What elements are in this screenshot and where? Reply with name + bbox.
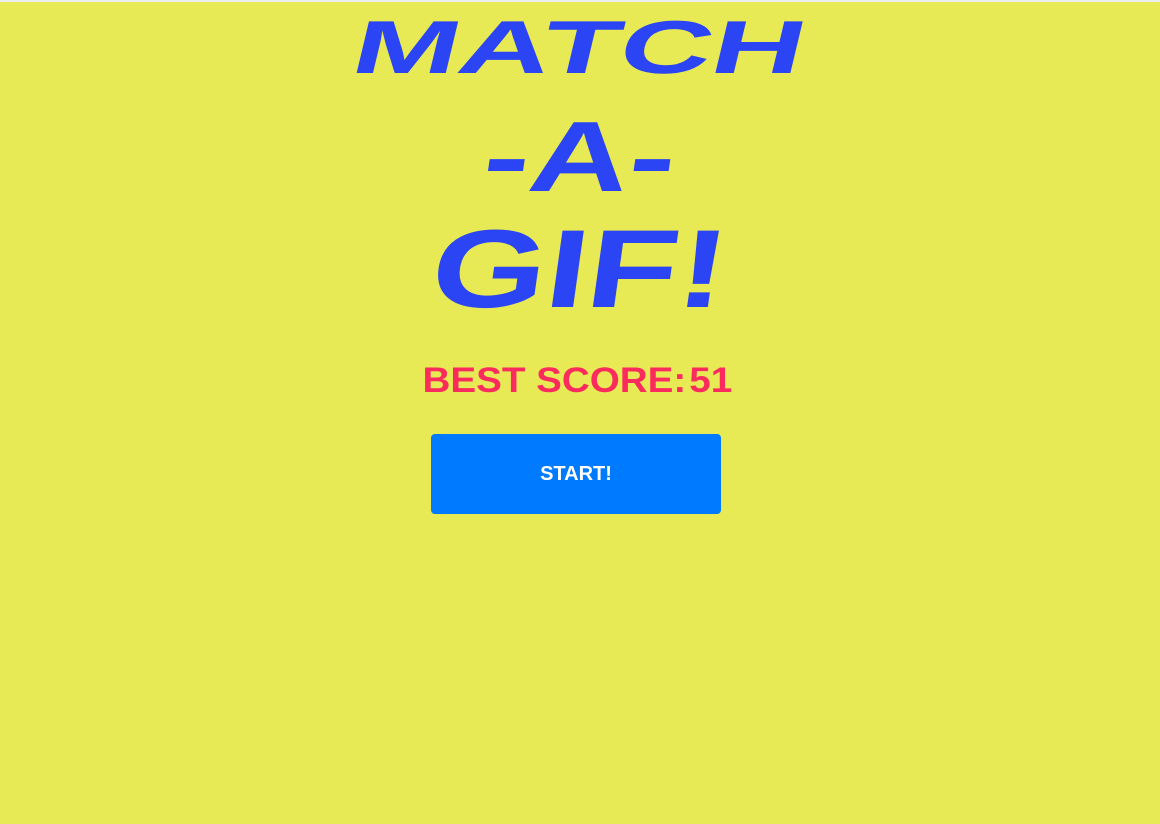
start-button[interactable]: START! xyxy=(431,434,721,514)
best-score-label: BEST SCORE: xyxy=(422,361,687,400)
title-text: MATCH xyxy=(344,5,816,89)
best-score: BEST SCORE: 51 xyxy=(0,361,1160,401)
title-text: GIF! xyxy=(423,207,737,331)
title-line-a: -A- xyxy=(0,101,1160,213)
title-text: -A- xyxy=(476,101,684,213)
title-line-match: MATCH xyxy=(0,5,1160,89)
title-line-gif: GIF! xyxy=(0,207,1160,331)
best-score-value: 51 xyxy=(689,361,733,400)
